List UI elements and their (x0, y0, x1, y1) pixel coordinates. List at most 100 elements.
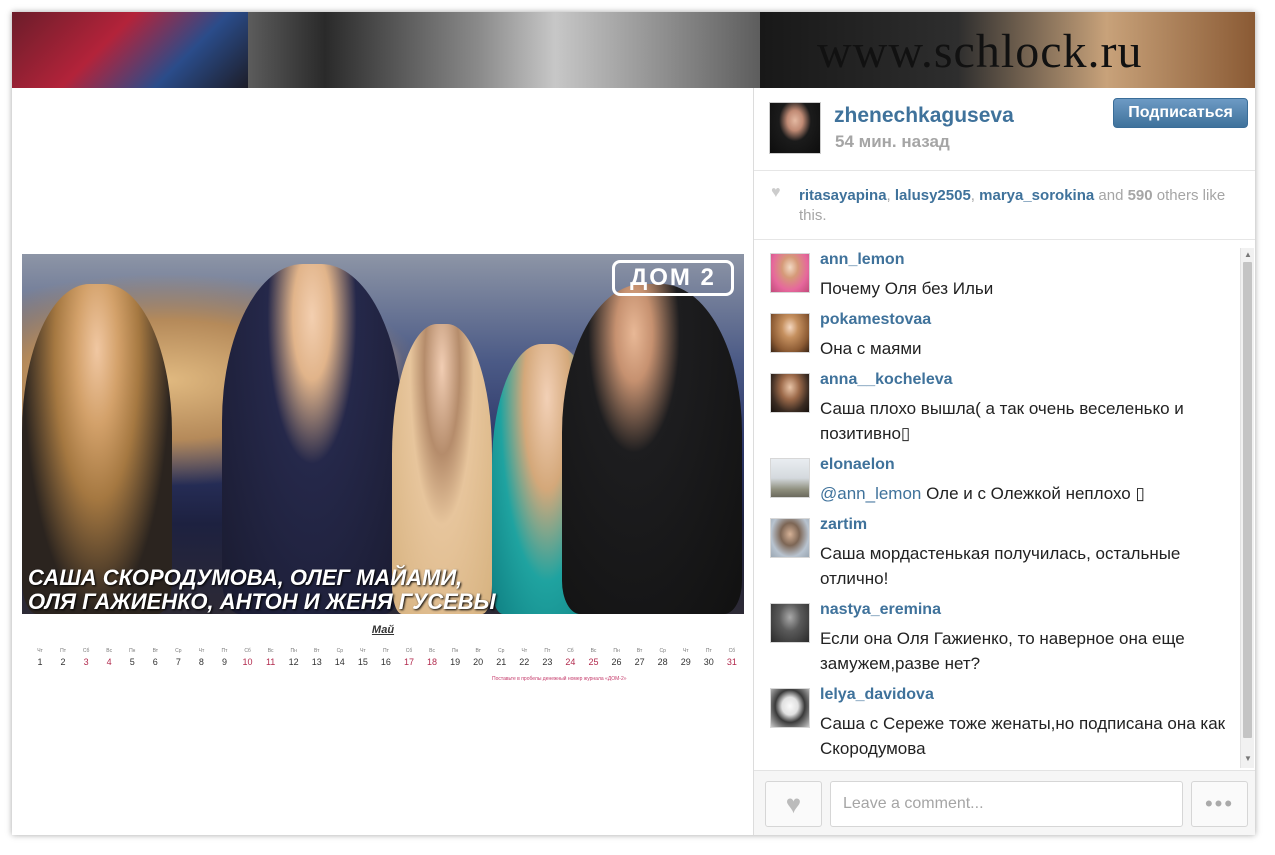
calendar-weekday: Вс (106, 648, 113, 654)
calendar-day: Пт 9 (215, 646, 235, 668)
calendar-weekday: Ср (659, 648, 666, 654)
comment-username[interactable]: pokamestovaa (820, 311, 931, 329)
calendar-date: 21 (496, 657, 507, 667)
calendar-weekday: Сб (728, 648, 736, 654)
calendar-day: Сб 31 (722, 646, 742, 668)
photo-caption-line: ОЛЯ ГАЖИЕНКО, АНТОН И ЖЕНЯ ГУСЕВЫ (28, 589, 496, 614)
calendar-date: 16 (380, 657, 391, 667)
follow-button[interactable]: Подписаться (1113, 98, 1248, 128)
calendar-weekday: Чт (521, 648, 528, 654)
calendar-weekday: Пт (705, 648, 712, 654)
calendar-weekday: Пт (60, 648, 66, 654)
heart-icon: ♥ (771, 184, 781, 201)
calendar-weekday: Сб (244, 648, 251, 654)
scroll-down-arrow-icon[interactable]: ▼ (1241, 752, 1255, 766)
comment-avatar[interactable] (770, 603, 810, 643)
likes-summary: ♥ ritasayapina, lalusy2505, marya_soroki… (754, 170, 1255, 240)
comment-text: Она с маями (820, 339, 922, 358)
calendar-date: 4 (106, 657, 112, 667)
comment-avatar[interactable] (770, 518, 810, 558)
calendar-month: Май (371, 624, 395, 636)
calendar-date: 25 (588, 657, 599, 667)
comment-avatar[interactable] (770, 373, 810, 413)
calendar-day: Вс 11 (261, 646, 281, 668)
likes-count[interactable]: 590 (1128, 187, 1153, 204)
likes-and: and (1094, 187, 1128, 204)
post-photo[interactable]: ДОМ 2 САША СКОРОДУМОВА, ОЛЕГ МАЙАМИ, ОЛЯ… (22, 254, 744, 684)
calendar-date: 8 (198, 657, 204, 667)
calendar-weekday: Пт (382, 648, 389, 654)
calendar-weekday: Пн (290, 648, 297, 654)
calendar-weekday: Вс (267, 648, 274, 654)
calendar-date: 3 (83, 657, 89, 667)
username-link[interactable]: zhenechkaguseva (834, 104, 1014, 128)
comments-scrollbar[interactable]: ▲ ▼ (1240, 248, 1254, 768)
calendar-weekday: Чт (198, 648, 205, 654)
likes-separator: , (970, 187, 980, 204)
calendar-weekday: Чт (37, 648, 43, 654)
calendar-weekday: Чт (360, 648, 366, 654)
calendar-weekday: Вс (590, 648, 597, 654)
liker-link[interactable]: ritasayapina (799, 187, 887, 204)
person-figure (562, 284, 742, 614)
instagram-post-viewer: www.schlock.ru ДОМ 2 САША СКОРОДУМОВА, О… (12, 12, 1255, 835)
calendar-weekday: Сб (82, 648, 90, 654)
calendar-date: 11 (265, 657, 276, 667)
calendar-date: 1 (37, 657, 43, 667)
background-photo-2 (248, 12, 760, 88)
scroll-up-arrow-icon[interactable]: ▲ (1241, 248, 1255, 262)
like-button[interactable]: ♥ (765, 781, 822, 827)
calendar-weekday: Ср (175, 648, 182, 654)
dom2-logo: ДОМ 2 (612, 260, 734, 296)
calendar-day: Вт 6 (145, 646, 165, 668)
comment-text: Саша мордастенькая получилась, остальные… (820, 544, 1181, 588)
calendar-date: 28 (657, 657, 668, 667)
calendar-day: Пт 30 (699, 646, 719, 668)
calendar-weekday: Вс (429, 648, 435, 654)
calendar-date: 14 (334, 657, 345, 667)
comment-mention[interactable]: @ann_lemon (820, 484, 921, 503)
comment-text: Почему Оля без Ильи (820, 279, 994, 298)
calendar-days: Чт 1 Пт 2 Сб 3 Вс 4 Пн 5 Вт 6 Ср 7 Чт 8 Пт 9 Сб 10 Вс 11 Пн 12 В… (30, 646, 742, 668)
calendar-weekday: Пн (129, 648, 136, 654)
calendar-date: 19 (450, 657, 461, 667)
more-dots-icon: ••• (1204, 791, 1235, 816)
comment-username[interactable]: lelya_davidova (820, 686, 934, 704)
calendar-day: Пн 5 (122, 646, 142, 668)
comment-avatar[interactable] (770, 458, 810, 498)
liker-link[interactable]: marya_sorokina (979, 187, 1094, 204)
calendar-date: 5 (129, 657, 135, 667)
comment-username[interactable]: nastya_eremina (820, 601, 941, 619)
calendar-weekday: Сб (405, 648, 413, 654)
calendar-day: Ср 7 (168, 646, 188, 668)
more-options-button[interactable]: ••• (1191, 781, 1248, 827)
scrollbar-thumb[interactable] (1243, 262, 1252, 738)
comment-username[interactable]: anna__kocheleva (820, 371, 953, 389)
comment-username[interactable]: ann_lemon (820, 251, 904, 269)
comment-username[interactable]: elonaelon (820, 456, 895, 474)
calendar-date: 17 (403, 657, 414, 667)
calendar-weekday: Вт (636, 648, 643, 654)
calendar-weekday: Вт (152, 648, 159, 654)
calendar-day: Сб 10 (238, 646, 258, 668)
calendar-day: Вт 13 (307, 646, 327, 668)
comment-username[interactable]: zartim (820, 516, 867, 534)
post-header: zhenechkaguseva 54 мин. назад Подписатьс… (754, 88, 1255, 168)
comment-text: Саша с Сереже тоже женаты,но подписана о… (820, 714, 1226, 758)
comment-input[interactable] (830, 781, 1183, 827)
calendar-day: Вс 18 (422, 646, 442, 668)
watermark: www.schlock.ru (817, 25, 1143, 78)
calendar-day: Вс 4 (99, 646, 119, 668)
comment-text: @ann_lemon Оле и с Олежкой неплохо ▯ (820, 481, 1230, 506)
comment-text: Если она Оля Гажиенко, то наверное она е… (820, 629, 1185, 673)
calendar-photo: ДОМ 2 САША СКОРОДУМОВА, ОЛЕГ МАЙАМИ, ОЛЯ… (22, 254, 744, 614)
comment-avatar[interactable] (770, 253, 810, 293)
comment-avatar[interactable] (770, 313, 810, 353)
liker-link[interactable]: lalusy2505 (895, 187, 971, 204)
comment-avatar[interactable] (770, 688, 810, 728)
comment-text: Саша плохо вышла( а так очень веселенько… (820, 399, 1184, 443)
calendar-day: Сб 17 (399, 646, 419, 668)
calendar-weekday: Вт (314, 648, 320, 654)
calendar-footnote: Поставьте в пробелы денежный номер журна… (492, 676, 627, 682)
avatar[interactable] (769, 102, 821, 154)
